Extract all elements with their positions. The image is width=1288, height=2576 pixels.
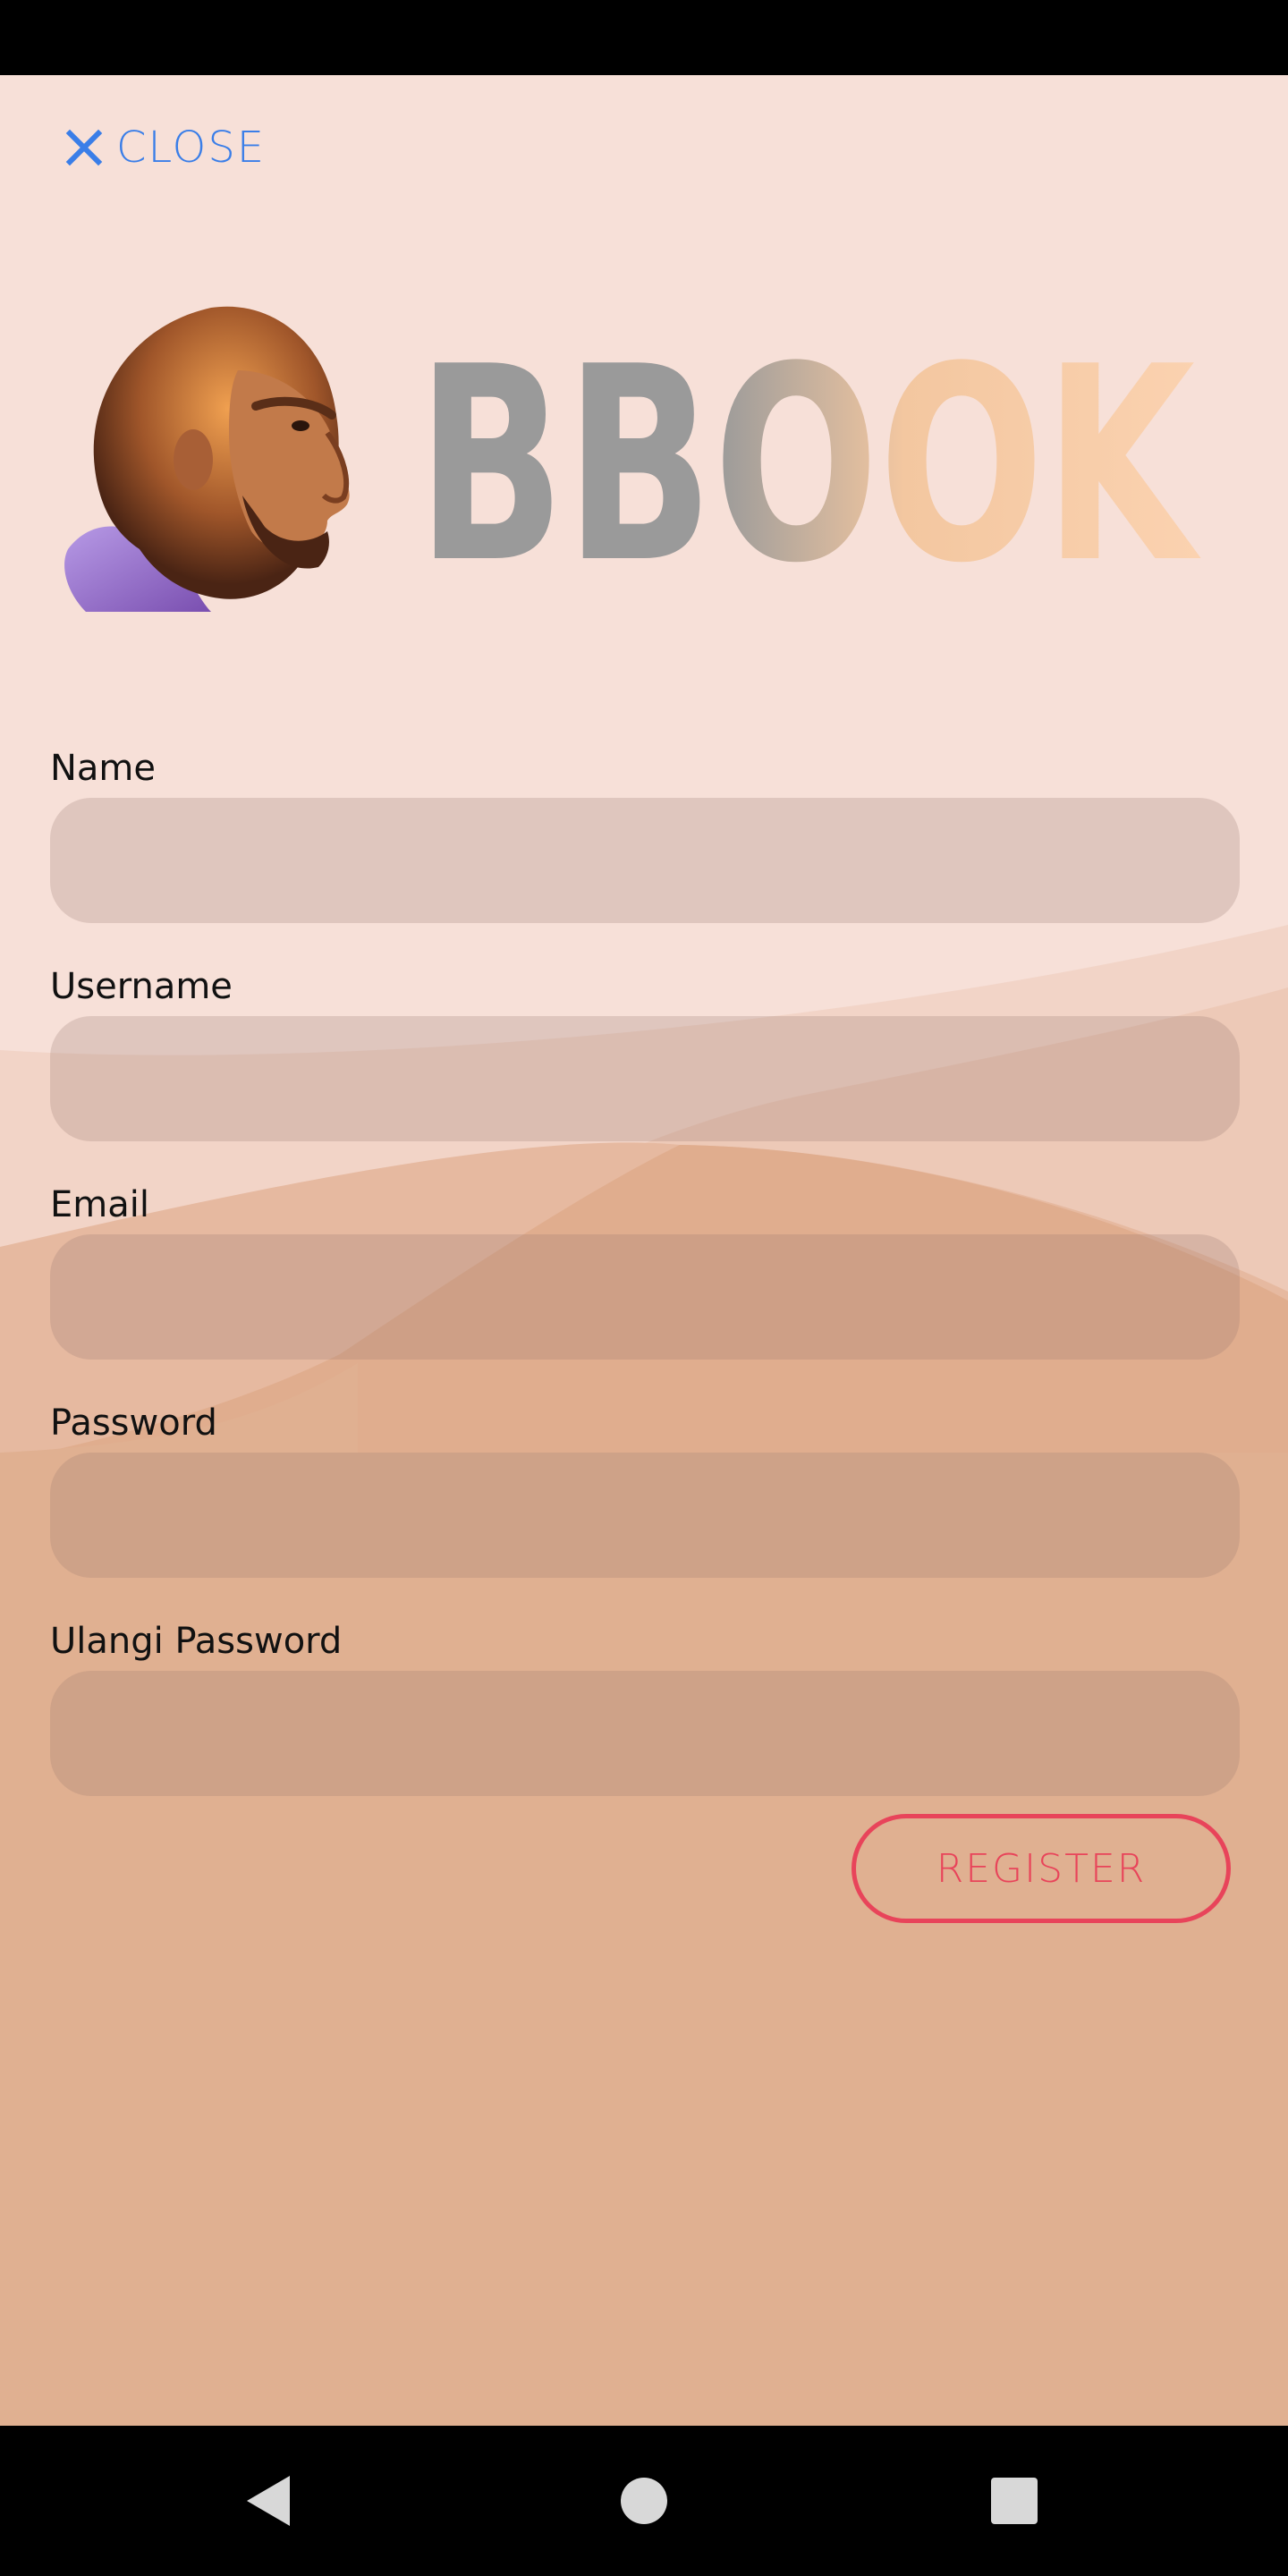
back-triangle-icon	[247, 2476, 290, 2526]
password-field[interactable]	[50, 1453, 1240, 1578]
close-label: CLOSE	[116, 123, 267, 173]
name-label: Name	[50, 748, 157, 789]
email-field[interactable]	[50, 1234, 1240, 1360]
confirm-password-label: Ulangi Password	[50, 1621, 343, 1662]
home-button[interactable]	[569, 2426, 719, 2576]
app-logo: BBOOK	[59, 290, 1213, 630]
username-field[interactable]	[50, 1016, 1240, 1141]
caveman-head-icon	[64, 306, 350, 612]
status-bar	[0, 0, 1288, 75]
home-circle-icon	[621, 2478, 667, 2524]
phone-screen: CLOSE BBOOK Name Username Email Password…	[0, 0, 1288, 2576]
navigation-bar	[0, 2426, 1288, 2576]
recents-button[interactable]	[939, 2426, 1089, 2576]
register-screen: CLOSE BBOOK Name Username Email Password…	[0, 75, 1288, 2426]
email-label: Email	[50, 1184, 149, 1225]
confirm-password-field[interactable]	[50, 1671, 1240, 1796]
name-field[interactable]	[50, 798, 1240, 923]
recents-square-icon	[991, 2478, 1038, 2524]
register-button[interactable]: REGISTER	[852, 1814, 1231, 1923]
close-button[interactable]: CLOSE	[63, 116, 266, 179]
brand-wordmark: BBOOK	[417, 317, 1202, 612]
back-button[interactable]	[193, 2426, 343, 2576]
brand-text: BBOOK	[417, 317, 1202, 612]
username-label: Username	[50, 966, 233, 1007]
password-label: Password	[50, 1402, 217, 1444]
close-icon	[65, 129, 103, 166]
